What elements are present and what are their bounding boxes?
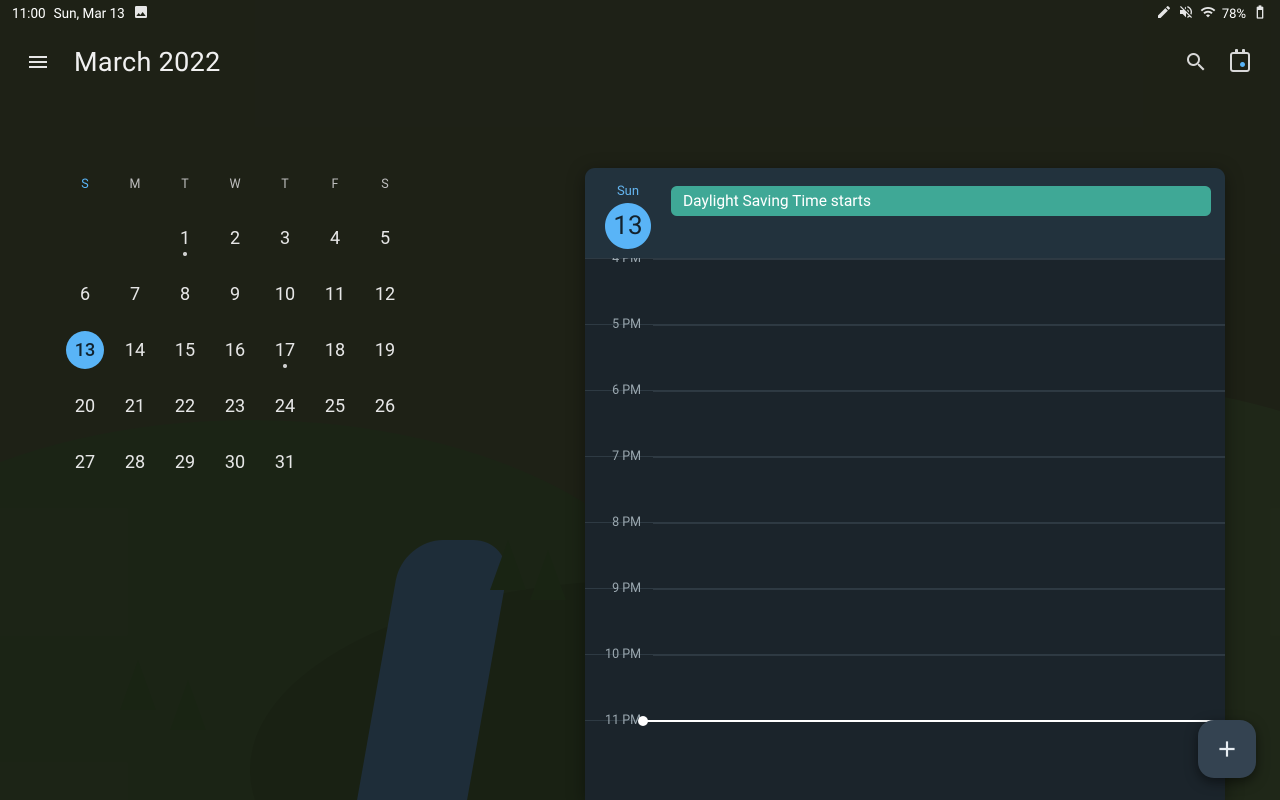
month-day-cell[interactable]: 14	[110, 326, 160, 374]
month-day-cell[interactable]: 13	[60, 326, 110, 374]
hour-label: 4 PM	[585, 258, 649, 266]
month-day-cell[interactable]: 19	[360, 326, 410, 374]
month-day-cell[interactable]: 29	[160, 438, 210, 486]
month-day-cell[interactable]: 5	[360, 214, 410, 262]
hour-label: 10 PM	[585, 647, 649, 662]
current-time-indicator	[643, 720, 1225, 722]
dow-label: T	[260, 160, 310, 208]
hour-label: 5 PM	[585, 317, 649, 332]
dow-label: S	[60, 160, 110, 208]
month-day-cell	[310, 438, 360, 486]
day-number[interactable]: 13	[605, 203, 651, 249]
month-day-cell[interactable]: 16	[210, 326, 260, 374]
month-day-cell[interactable]: 20	[60, 382, 110, 430]
month-day-cell[interactable]: 3	[260, 214, 310, 262]
battery-percent: 78%	[1222, 7, 1246, 22]
hour-label: 6 PM	[585, 383, 649, 398]
month-day-cell	[60, 214, 110, 262]
day-panel-header: Sun 13 Daylight Saving Time starts	[585, 168, 1225, 258]
month-day-cell[interactable]: 22	[160, 382, 210, 430]
month-day-cell	[360, 438, 410, 486]
month-day-cell[interactable]: 11	[310, 270, 360, 318]
hour-label: 9 PM	[585, 581, 649, 596]
month-day-cell[interactable]: 10	[260, 270, 310, 318]
status-bar: 11:00 Sun, Mar 13 78%	[0, 0, 1280, 28]
month-day-cell[interactable]: 12	[360, 270, 410, 318]
today-button[interactable]	[1218, 40, 1262, 84]
gallery-icon	[133, 4, 149, 24]
wifi-icon	[1200, 4, 1216, 24]
month-day-cell[interactable]: 24	[260, 382, 310, 430]
month-day-cell	[110, 214, 160, 262]
time-grid[interactable]: 4 PM5 PM6 PM7 PM8 PM9 PM10 PM11 PM	[585, 258, 1225, 800]
month-day-cell[interactable]: 1	[160, 214, 210, 262]
day-panel: Sun 13 Daylight Saving Time starts 4 PM 5…	[585, 168, 1225, 800]
create-event-fab[interactable]	[1198, 720, 1256, 778]
dow-label: M	[110, 160, 160, 208]
hour-label: 8 PM	[585, 515, 649, 530]
month-day-cell[interactable]: 4	[310, 214, 360, 262]
page-title[interactable]: March 2022	[74, 46, 221, 78]
menu-button[interactable]	[18, 42, 58, 82]
dow-label: W	[210, 160, 260, 208]
month-day-cell[interactable]: 26	[360, 382, 410, 430]
all-day-event[interactable]: Daylight Saving Time starts	[671, 186, 1211, 216]
dow-label: T	[160, 160, 210, 208]
app-bar: March 2022	[0, 34, 1280, 90]
month-day-cell[interactable]: 9	[210, 270, 260, 318]
month-day-cell[interactable]: 15	[160, 326, 210, 374]
month-day-cell[interactable]: 30	[210, 438, 260, 486]
month-day-cell[interactable]: 17	[260, 326, 310, 374]
month-day-cell[interactable]: 25	[310, 382, 360, 430]
month-day-cell[interactable]: 28	[110, 438, 160, 486]
battery-icon	[1252, 4, 1268, 24]
month-grid: SMTWTFS 12345678910111213141516171819202…	[60, 160, 410, 494]
month-day-cell[interactable]: 31	[260, 438, 310, 486]
dow-label: F	[310, 160, 360, 208]
mute-icon	[1178, 4, 1194, 24]
search-button[interactable]	[1174, 40, 1218, 84]
day-label: Sun	[599, 184, 657, 199]
month-day-cell[interactable]: 27	[60, 438, 110, 486]
month-day-cell[interactable]: 2	[210, 214, 260, 262]
month-day-cell[interactable]: 6	[60, 270, 110, 318]
pen-icon	[1156, 4, 1172, 24]
statusbar-date: Sun, Mar 13	[54, 6, 125, 22]
hour-label: 7 PM	[585, 449, 649, 464]
month-day-cell[interactable]: 7	[110, 270, 160, 318]
month-day-cell[interactable]: 18	[310, 326, 360, 374]
dow-label: S	[360, 160, 410, 208]
month-day-cell[interactable]: 23	[210, 382, 260, 430]
month-day-cell[interactable]: 21	[110, 382, 160, 430]
statusbar-time: 11:00	[12, 6, 46, 22]
month-day-cell[interactable]: 8	[160, 270, 210, 318]
